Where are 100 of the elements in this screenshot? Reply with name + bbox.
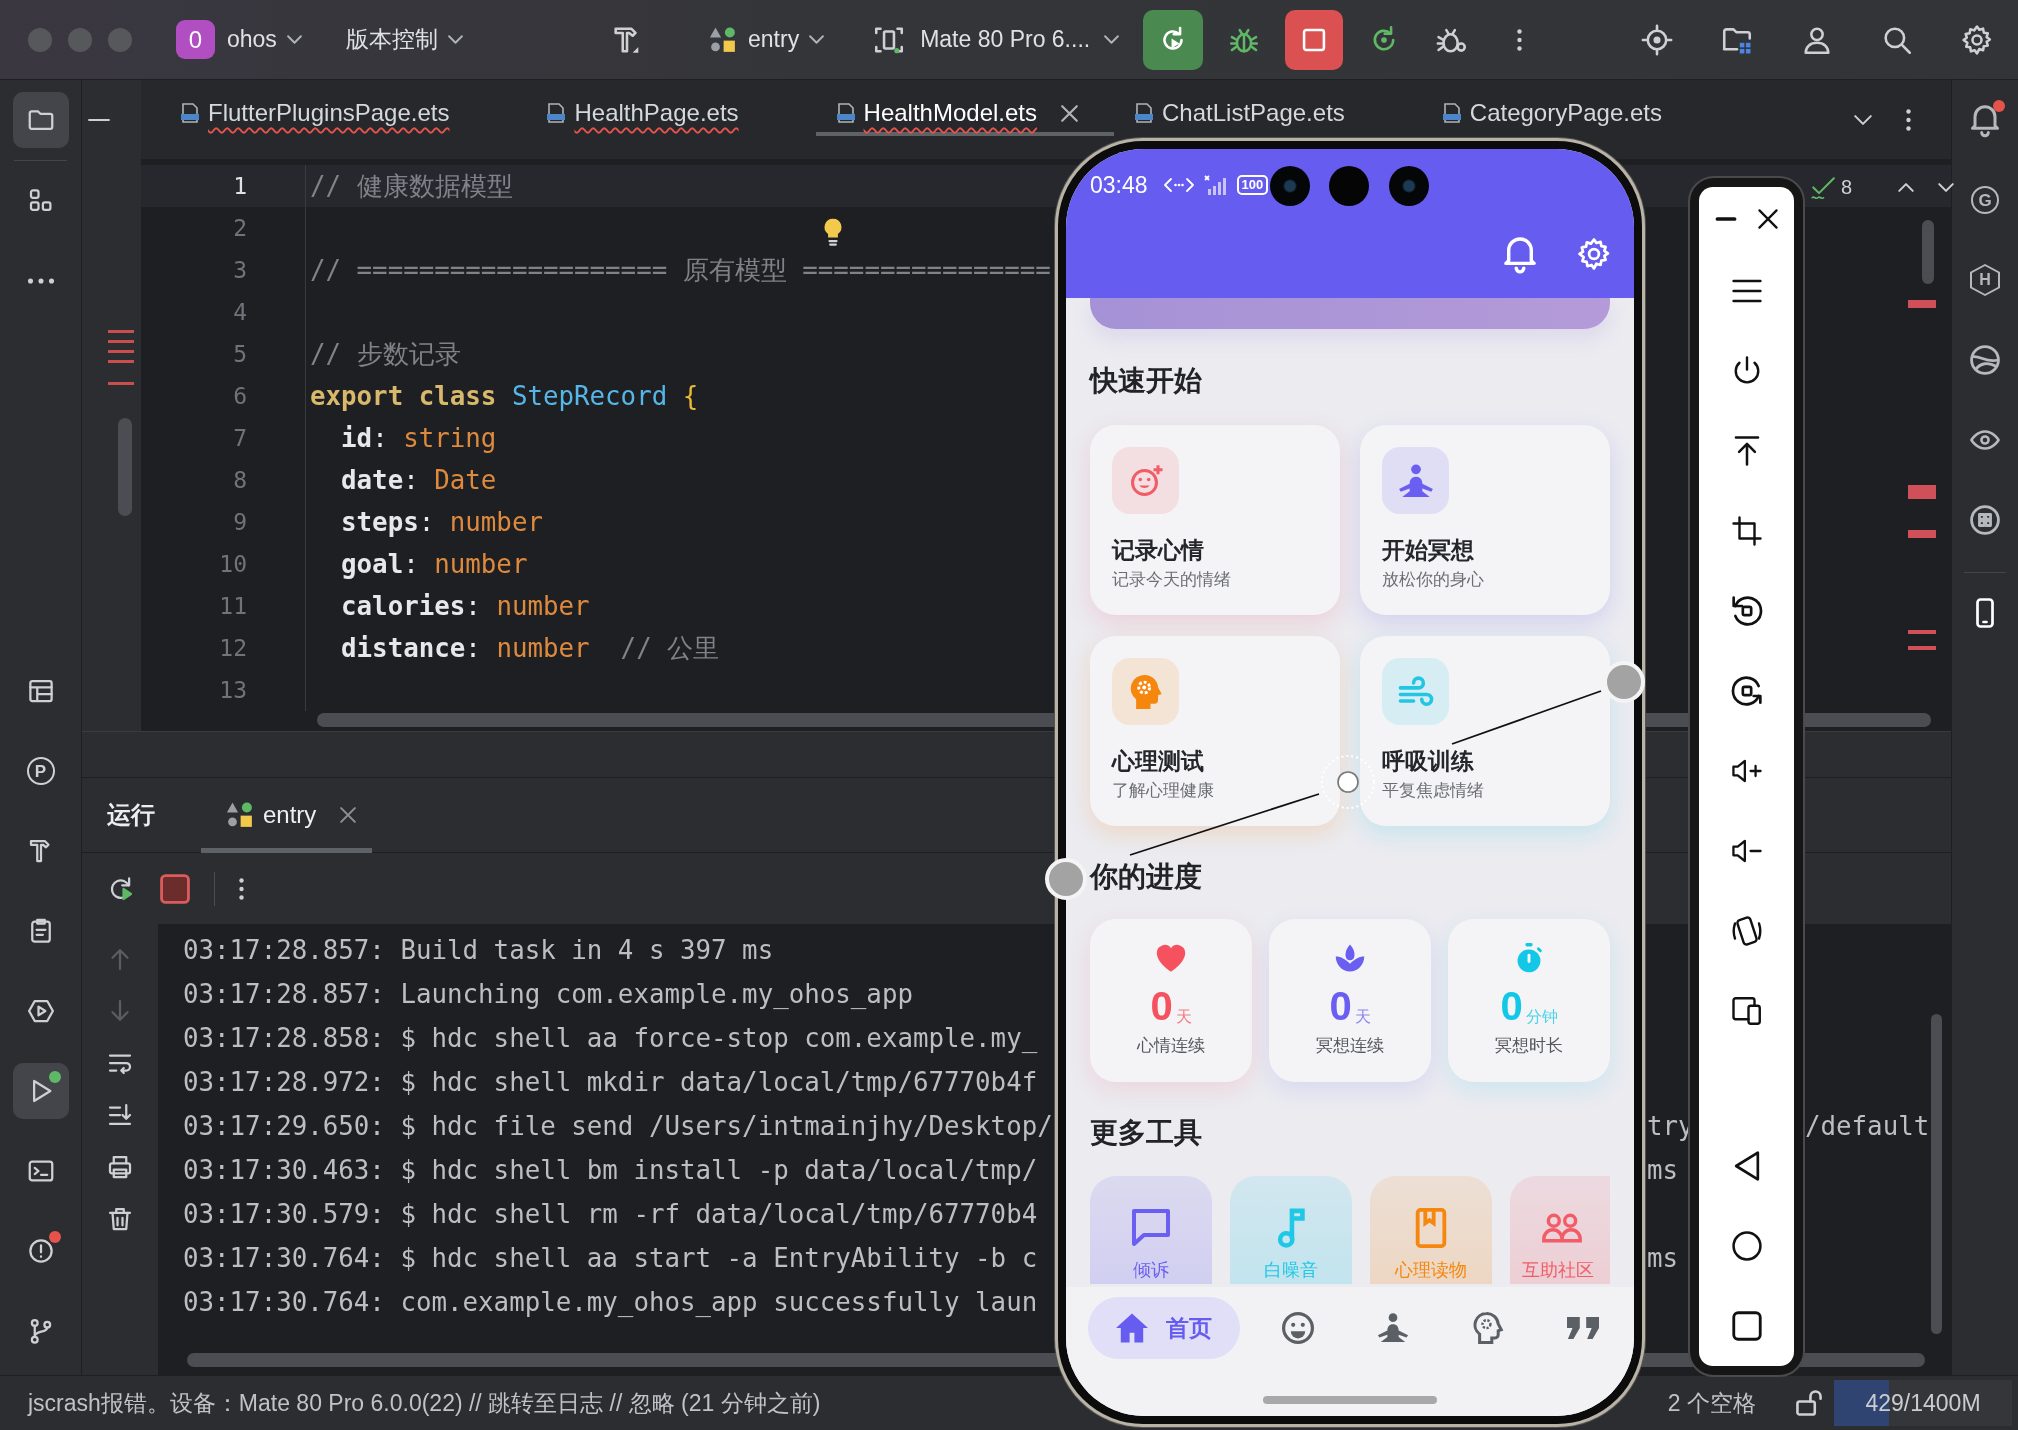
- more-icon[interactable]: [1906, 108, 1911, 131]
- rotate-right-icon[interactable]: [1731, 676, 1762, 706]
- meditating-person-icon: [1376, 1312, 1409, 1344]
- error-marker: [108, 330, 134, 333]
- console-line-fragment: ms: [1647, 1155, 1680, 1185]
- card-title: 开始冥想: [1382, 536, 1475, 565]
- editor-tab[interactable]: ChatListPage.ets: [1114, 90, 1422, 136]
- scrollbar-thumb[interactable]: [1931, 1014, 1942, 1334]
- error-marker: [1908, 485, 1936, 499]
- chevron-down-icon: [447, 35, 463, 44]
- phone-shake-icon[interactable]: [1731, 916, 1762, 946]
- memory-indicator[interactable]: 429/1400M: [1834, 1380, 2012, 1426]
- code-line: // 健康数据模型: [310, 170, 513, 202]
- error-marker: [1908, 530, 1936, 538]
- editor-tab[interactable]: FlutterPluginsPage.ets: [160, 90, 527, 136]
- stop-button[interactable]: [1285, 9, 1344, 70]
- camera-lens-icon: [1270, 166, 1310, 206]
- console-line: 03:17:30.764: $ hdc shell aa start -a EntryAbility -b c: [183, 1243, 1039, 1273]
- lock-icon[interactable]: [1796, 1390, 1822, 1416]
- chevron-down-icon: [1104, 35, 1120, 44]
- project-dropdown[interactable]: ohos: [227, 26, 302, 53]
- error-marker: [1908, 630, 1936, 634]
- project-badge: 0: [176, 20, 215, 59]
- lightbulb-icon[interactable]: [823, 218, 843, 246]
- chevron-down-icon[interactable]: [1938, 183, 1955, 192]
- device-dropdown[interactable]: Mate 80 Pro 6....: [872, 22, 1120, 57]
- home-icon: [1116, 1312, 1148, 1344]
- touch-point-icon: [1320, 754, 1376, 810]
- circled-g-button[interactable]: G: [1957, 172, 2013, 228]
- weak-warning-count: 8: [1841, 176, 1853, 199]
- line-number: 8: [233, 468, 247, 492]
- chevron-down-icon: [286, 35, 302, 44]
- indent-setting[interactable]: 2 个空格: [1667, 1387, 1756, 1419]
- console-line: 03:17:28.857: Build task in 4 s 397 ms: [183, 935, 775, 965]
- tool-label: 白噪音: [1264, 1259, 1318, 1282]
- data-transfer-icon: [1163, 178, 1194, 192]
- project-tool-button[interactable]: [12, 92, 69, 148]
- line-number: 10: [219, 552, 247, 576]
- settings-icon[interactable]: [1578, 237, 1610, 271]
- tool-label: 互助社区: [1522, 1259, 1594, 1282]
- chevron-down-icon[interactable]: [1854, 114, 1872, 125]
- card-title: 心理测试: [1112, 747, 1205, 776]
- stat-value: 0 天: [1150, 983, 1192, 1029]
- circled-p-button[interactable]: P: [12, 743, 69, 799]
- quick-start-card[interactable]: 心理测试 了解心理健康: [1090, 636, 1340, 826]
- close-icon[interactable]: [1757, 209, 1778, 229]
- head-gear-icon: [1471, 1312, 1504, 1344]
- more-icon[interactable]: [239, 877, 244, 900]
- settings-icon[interactable]: [1960, 22, 1994, 57]
- more-icon[interactable]: [1517, 28, 1523, 51]
- section-title: 快速开始: [1090, 364, 1203, 398]
- vcs-dropdown[interactable]: 版本控制: [345, 24, 463, 55]
- file-icon: [1441, 103, 1462, 123]
- error-marker: [1908, 646, 1936, 650]
- quick-start-card[interactable]: 记录心情 记录今天的情绪: [1090, 425, 1340, 615]
- no-signal-icon: [1203, 174, 1227, 196]
- editor-tab[interactable]: CategoryPage.ets: [1421, 90, 1739, 136]
- code-line: distance: number // 公里: [340, 632, 720, 664]
- run-config-dropdown[interactable]: entry: [708, 24, 825, 55]
- status-message[interactable]: jscrash报错。设备：Mate 80 Pro 6.0.0(22) // 跳转至日志 // 忽略 (21 分钟之前): [28, 1387, 821, 1419]
- run-tool-button[interactable]: [12, 1063, 69, 1119]
- error-marker: [108, 382, 134, 385]
- devices-icon[interactable]: [1731, 996, 1762, 1026]
- line-number: 11: [219, 594, 247, 618]
- home-button-icon[interactable]: [1731, 1231, 1762, 1261]
- tool-label: 倾诉: [1133, 1259, 1169, 1282]
- code-line: export class StepRecord {: [310, 380, 699, 412]
- stop-icon[interactable]: [160, 873, 190, 904]
- line-number: 4: [233, 300, 247, 324]
- camera-lens-icon: [1389, 166, 1429, 206]
- bell-icon[interactable]: [1504, 237, 1536, 271]
- quick-start-card[interactable]: 呼吸训练 平复焦虑情绪: [1360, 636, 1610, 826]
- quick-start-card[interactable]: 开始冥想 放松你的身心: [1360, 425, 1610, 615]
- crop-icon[interactable]: [1731, 516, 1762, 546]
- status-time: 03:48: [1090, 171, 1148, 199]
- card-title: 记录心情: [1112, 536, 1205, 565]
- nav-tab[interactable]: 首页: [1088, 1297, 1240, 1359]
- target-icon[interactable]: [1640, 22, 1674, 57]
- editor-tab[interactable]: HealthPage.ets: [526, 90, 816, 136]
- code-line: steps: number: [340, 506, 543, 538]
- check-icon[interactable]: [1811, 176, 1835, 199]
- line-number: 6: [233, 384, 247, 408]
- hexagon-h-button[interactable]: H: [1957, 252, 2013, 308]
- editor-tab[interactable]: HealthModel.ets: [815, 90, 1114, 136]
- ball-icon: [1970, 345, 2000, 375]
- code-line: // ==================== 原有模型 ================: [310, 254, 1051, 286]
- tool-label: 心理读物: [1395, 1259, 1467, 1282]
- stat-label: 冥想连续: [1316, 1035, 1384, 1057]
- code-line: date: Date: [340, 464, 497, 496]
- console-line: 03:17:30.463: $ hdc shell bm install -p data/local/tmp/: [183, 1155, 1039, 1185]
- scrollbar-thumb[interactable]: [118, 418, 132, 516]
- rerun-button[interactable]: [1143, 9, 1204, 70]
- stat-value: 0 分钟: [1500, 983, 1558, 1029]
- chevron-up-icon[interactable]: [1898, 183, 1915, 192]
- scrollbar-thumb[interactable]: [1922, 220, 1934, 284]
- rotate-left-icon[interactable]: [1731, 596, 1762, 626]
- battery-indicator: 100: [1236, 174, 1269, 196]
- line-number: 7: [233, 426, 247, 450]
- recents-icon[interactable]: [1731, 1311, 1762, 1341]
- close-icon[interactable]: [1061, 104, 1078, 122]
